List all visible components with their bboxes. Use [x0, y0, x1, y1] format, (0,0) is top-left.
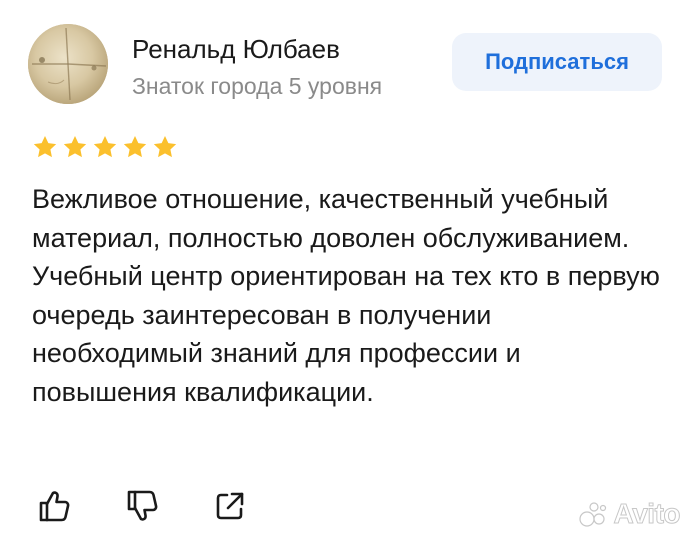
review-text: Вежливое отношение, качественный учебный… [32, 184, 660, 407]
review-card: Ренальд Юлбаев Знаток города 5 уровня По… [0, 0, 692, 540]
avatar[interactable] [28, 24, 108, 104]
star-icon [33, 135, 57, 158]
author-level: Знаток города 5 уровня [132, 73, 383, 99]
author-name[interactable]: Ренальд Юлбаев [132, 34, 340, 64]
thumbs-down-icon [127, 490, 158, 521]
avito-watermark-text: Avito [613, 498, 681, 530]
avatar-image [28, 24, 108, 104]
avito-watermark: Avito [578, 498, 681, 530]
review-actions [34, 486, 250, 526]
share-icon [216, 492, 244, 520]
subscribe-button[interactable]: Подписаться [452, 33, 662, 91]
like-button[interactable] [34, 486, 74, 526]
thumbs-up-icon [39, 491, 70, 522]
rating-stars [32, 134, 178, 160]
dislike-button[interactable] [122, 486, 162, 526]
star-icon [93, 135, 117, 158]
star-icon [153, 135, 177, 158]
star-icon [123, 135, 147, 158]
share-button[interactable] [210, 486, 250, 526]
avito-logo-icon [578, 502, 606, 527]
star-icon [63, 135, 87, 158]
